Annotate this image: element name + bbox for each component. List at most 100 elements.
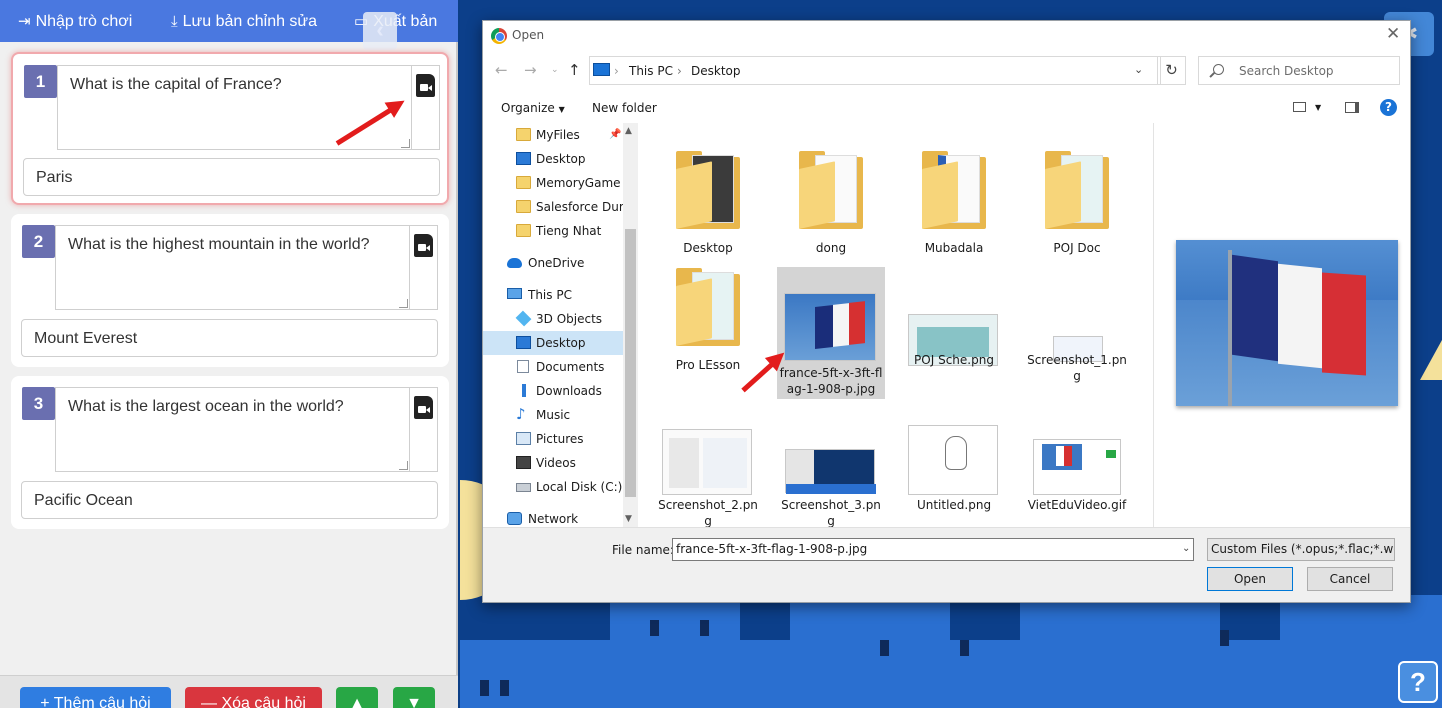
back-arrow-icon[interactable]: ← xyxy=(495,61,508,79)
chevron-down-icon[interactable]: ▼ xyxy=(625,514,632,524)
close-icon[interactable]: ✕ xyxy=(1386,24,1400,44)
nav-item-network[interactable]: Network xyxy=(483,507,623,527)
editor-bottom-bar: + Thêm câu hỏi — Xóa câu hỏi ▲ ▼ xyxy=(0,675,458,708)
nav-item-downloads[interactable]: Downloads xyxy=(483,379,623,403)
nav-item-desktop-selected[interactable]: Desktop xyxy=(483,331,623,355)
desktop-icon xyxy=(516,152,531,165)
add-video-button[interactable] xyxy=(410,225,438,310)
new-folder-button[interactable]: New folder xyxy=(592,101,657,115)
image-thumbnail xyxy=(1033,439,1121,495)
question-input[interactable]: What is the largest ocean in the world? xyxy=(55,387,410,472)
dialog-footer: File name: france-5ft-x-3ft-flag-1-908-p… xyxy=(483,527,1410,602)
question-card: 2 What is the highest mountain in the wo… xyxy=(11,214,449,367)
forward-arrow-icon[interactable]: → xyxy=(524,61,537,79)
address-bar[interactable]: › This PC › Desktop ⌄ xyxy=(589,56,1161,85)
file-item-selected[interactable]: france-5ft-x-3ft-flag-1-908-p.jpg xyxy=(777,267,885,399)
help-icon[interactable]: ? xyxy=(1380,99,1397,116)
file-item[interactable]: Screenshot_3.png xyxy=(777,385,885,527)
breadcrumb-desktop[interactable]: Desktop xyxy=(691,64,741,78)
nav-item-videos[interactable]: Videos xyxy=(483,451,623,475)
nav-item-this-pc[interactable]: This PC xyxy=(483,283,623,307)
view-options-icon[interactable] xyxy=(1293,102,1306,112)
nav-item-salesforce-dump[interactable]: Salesforce Dump xyxy=(483,195,623,219)
chevron-up-icon[interactable]: ▲ xyxy=(625,126,632,136)
up-arrow-icon[interactable]: ↑ xyxy=(568,61,581,79)
disk-icon xyxy=(516,483,531,492)
move-up-button[interactable]: ▲ xyxy=(336,687,378,708)
file-item[interactable]: Desktop xyxy=(654,135,762,255)
file-item[interactable]: POJ Doc xyxy=(1023,135,1131,255)
file-item[interactable]: Pro LEsson xyxy=(654,252,762,372)
add-question-button[interactable]: + Thêm câu hỏi xyxy=(20,687,171,708)
question-number-badge: 3 xyxy=(22,387,55,420)
pin-icon[interactable]: 📌 xyxy=(609,123,621,147)
organize-menu[interactable]: Organize ▼ xyxy=(501,101,565,115)
nav-item-desktop[interactable]: Desktop xyxy=(483,147,623,171)
breadcrumb-this-pc[interactable]: This PC xyxy=(629,64,673,78)
file-item[interactable]: dong xyxy=(777,135,885,255)
cancel-button[interactable]: Cancel xyxy=(1307,567,1393,591)
open-button[interactable]: Open xyxy=(1207,567,1293,591)
help-button[interactable]: ? xyxy=(1398,661,1438,703)
document-icon xyxy=(517,360,529,373)
nav-item-documents[interactable]: Documents xyxy=(483,355,623,379)
question-input[interactable]: What is the highest mountain in the worl… xyxy=(55,225,410,310)
resize-grip-icon[interactable] xyxy=(399,461,408,470)
nav-item-onedrive[interactable]: OneDrive xyxy=(483,251,623,275)
file-item[interactable]: Screenshot_1.png xyxy=(1023,252,1131,383)
chevron-down-icon[interactable]: ⌄ xyxy=(1182,543,1190,554)
nav-item-music[interactable]: ♪ Music xyxy=(483,403,623,427)
scrollbar-thumb[interactable] xyxy=(625,229,636,497)
preview-pane-icon[interactable] xyxy=(1345,102,1359,113)
chevron-down-icon[interactable]: ⌄ xyxy=(1134,63,1143,76)
file-item[interactable]: POJ Sche.png xyxy=(900,252,1008,370)
command-bar: Organize ▼ New folder ▼ ? xyxy=(483,93,1410,123)
import-icon: ⇥ xyxy=(18,13,31,30)
file-item[interactable]: Screenshot_2.png xyxy=(654,385,762,527)
nav-item-memorygame[interactable]: MemoryGame xyxy=(483,171,623,195)
image-thumbnail xyxy=(908,425,998,495)
add-video-button[interactable] xyxy=(410,387,438,472)
file-list: Desktop dong Mubadala POJ Doc Pro LEsson… xyxy=(638,123,1153,527)
caret-down-icon[interactable]: ▼ xyxy=(1315,103,1321,112)
nav-item-pictures[interactable]: Pictures xyxy=(483,427,623,451)
file-name-input[interactable]: france-5ft-x-3ft-flag-1-908-p.jpg xyxy=(672,538,1194,561)
delete-question-button[interactable]: — Xóa câu hỏi xyxy=(185,687,322,708)
chevron-down-icon[interactable]: ⌄ xyxy=(1382,543,1390,554)
file-item[interactable]: Untitled.png xyxy=(900,385,1008,512)
nav-item-3d-objects[interactable]: 3D Objects xyxy=(483,307,623,331)
plus-icon: + xyxy=(40,695,54,708)
file-item[interactable]: Mubadala xyxy=(900,135,1008,255)
file-item[interactable]: VietEduVideo.gif xyxy=(1023,385,1131,512)
download-icon xyxy=(516,384,531,397)
building xyxy=(610,600,740,660)
desktop-icon xyxy=(516,336,531,349)
nav-item-local-disk[interactable]: Local Disk (C:) xyxy=(483,475,623,499)
answer-input[interactable]: Mount Everest xyxy=(21,319,438,357)
folder-icon xyxy=(922,149,986,229)
add-video-button[interactable] xyxy=(412,65,440,150)
resize-grip-icon[interactable] xyxy=(401,139,410,148)
folder-icon xyxy=(799,149,863,229)
window-decoration xyxy=(700,620,709,636)
nav-scrollbar[interactable]: ▲ ▼ xyxy=(623,123,638,527)
search-input[interactable]: Search Desktop xyxy=(1198,56,1400,85)
collapse-panel-button[interactable]: ‹ xyxy=(363,12,397,50)
dialog-titlebar: Open ✕ xyxy=(483,21,1410,51)
nav-item-myfiles[interactable]: MyFiles 📌 xyxy=(483,123,623,147)
download-icon: ⤓ xyxy=(171,13,178,30)
recent-locations-icon[interactable]: ⌄ xyxy=(551,65,559,75)
folder-icon xyxy=(1045,149,1109,229)
video-file-icon xyxy=(414,396,433,419)
file-type-select[interactable]: Custom Files (*.opus;*.flac;*.we xyxy=(1207,538,1395,561)
move-down-button[interactable]: ▼ xyxy=(393,687,435,708)
search-placeholder: Search Desktop xyxy=(1239,64,1334,78)
resize-grip-icon[interactable] xyxy=(399,299,408,308)
question-input[interactable]: What is the capital of France? xyxy=(57,65,412,150)
nav-item-tieng-nhat[interactable]: Tieng Nhat xyxy=(483,219,623,243)
refresh-button[interactable]: ↻ xyxy=(1157,56,1186,85)
answer-input[interactable]: Pacific Ocean xyxy=(21,481,438,519)
import-game-button[interactable]: ⇥ Nhập trò chơi xyxy=(18,0,132,42)
save-edits-button[interactable]: ⤓ Lưu bản chỉnh sửa xyxy=(171,0,317,42)
answer-input[interactable]: Paris xyxy=(23,158,440,196)
